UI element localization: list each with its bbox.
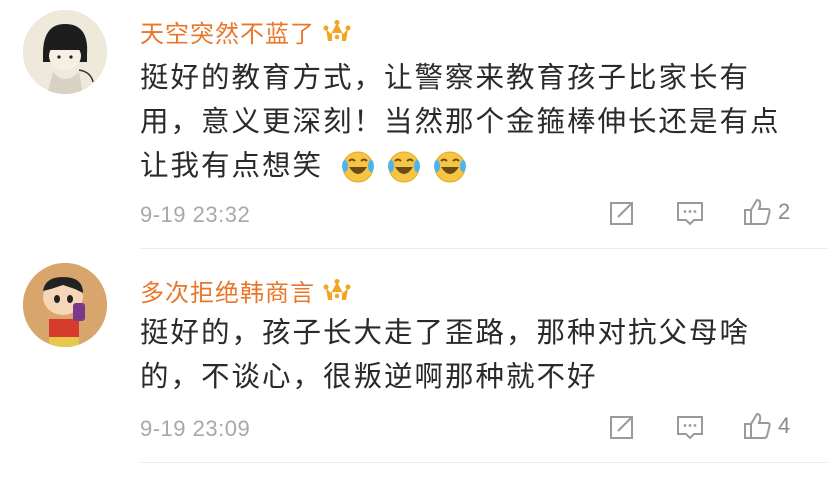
repost-button[interactable] bbox=[607, 412, 637, 442]
comment-timestamp: 9-19 23:09 bbox=[140, 416, 251, 441]
like-count: 4 bbox=[778, 413, 791, 438]
comment-line: 挺好的教育方式，让警察来教育孩子比家长有 bbox=[140, 61, 751, 94]
username[interactable]: 天空突然不蓝了 bbox=[140, 14, 351, 49]
repost-button[interactable] bbox=[607, 198, 637, 228]
comment-text: 挺好的，孩子长大走了歪路，那种对抗父母啥 的，不谈心，很叛逆啊那种就不好 bbox=[140, 311, 800, 399]
comment-line: 让我有点想笑 bbox=[140, 144, 800, 188]
comment-text: 挺好的教育方式，让警察来教育孩子比家长有 用，意义更深刻！当然那个金箍棒伸长还是… bbox=[140, 56, 800, 188]
comment-icon bbox=[677, 202, 703, 226]
comment-line: 挺好的，孩子长大走了歪路，那种对抗父母啥 bbox=[140, 316, 751, 349]
like-count: 2 bbox=[778, 199, 791, 224]
like-button[interactable]: 4 bbox=[742, 411, 790, 441]
comment-icon bbox=[677, 416, 703, 440]
comment-item: 多次拒绝韩商言 挺好的，孩子长大走了歪路，那种对抗父母啥 的，不谈心，很叛逆啊那… bbox=[0, 249, 828, 479]
thumbs-up-icon bbox=[744, 198, 771, 225]
crown-badge-icon bbox=[323, 19, 351, 41]
reply-button[interactable] bbox=[675, 198, 705, 228]
username[interactable]: 多次拒绝韩商言 bbox=[140, 273, 351, 308]
avatar[interactable] bbox=[23, 10, 107, 94]
comment-timestamp: 9-19 23:32 bbox=[140, 202, 251, 227]
laugh-cry-icon bbox=[342, 151, 375, 183]
thumbs-up-icon bbox=[744, 412, 771, 439]
username-text[interactable]: 天空突然不蓝了 bbox=[140, 14, 315, 49]
comment-line: 用，意义更深刻！当然那个金箍棒伸长还是有点 bbox=[140, 105, 781, 138]
avatar-image bbox=[23, 10, 107, 94]
repost-icon bbox=[610, 202, 633, 225]
like-button[interactable]: 2 bbox=[742, 197, 790, 227]
avatar[interactable] bbox=[23, 263, 107, 347]
crown-badge-icon bbox=[323, 278, 351, 300]
username-text[interactable]: 多次拒绝韩商言 bbox=[140, 273, 315, 308]
avatar-image bbox=[23, 263, 107, 347]
laugh-cry-icon bbox=[434, 151, 467, 183]
comment-line: 的，不谈心，很叛逆啊那种就不好 bbox=[140, 360, 598, 393]
repost-icon bbox=[610, 416, 633, 439]
comment-line-text: 让我有点想笑 bbox=[140, 149, 324, 182]
reply-button[interactable] bbox=[675, 412, 705, 442]
laugh-cry-icon bbox=[388, 151, 421, 183]
emoji-group bbox=[340, 149, 468, 185]
comment-item: 天空突然不蓝了 挺好的教育方式，让警察来教育孩子比家长有 用，意义更深刻！当然那… bbox=[0, 0, 828, 248]
divider bbox=[140, 462, 828, 463]
